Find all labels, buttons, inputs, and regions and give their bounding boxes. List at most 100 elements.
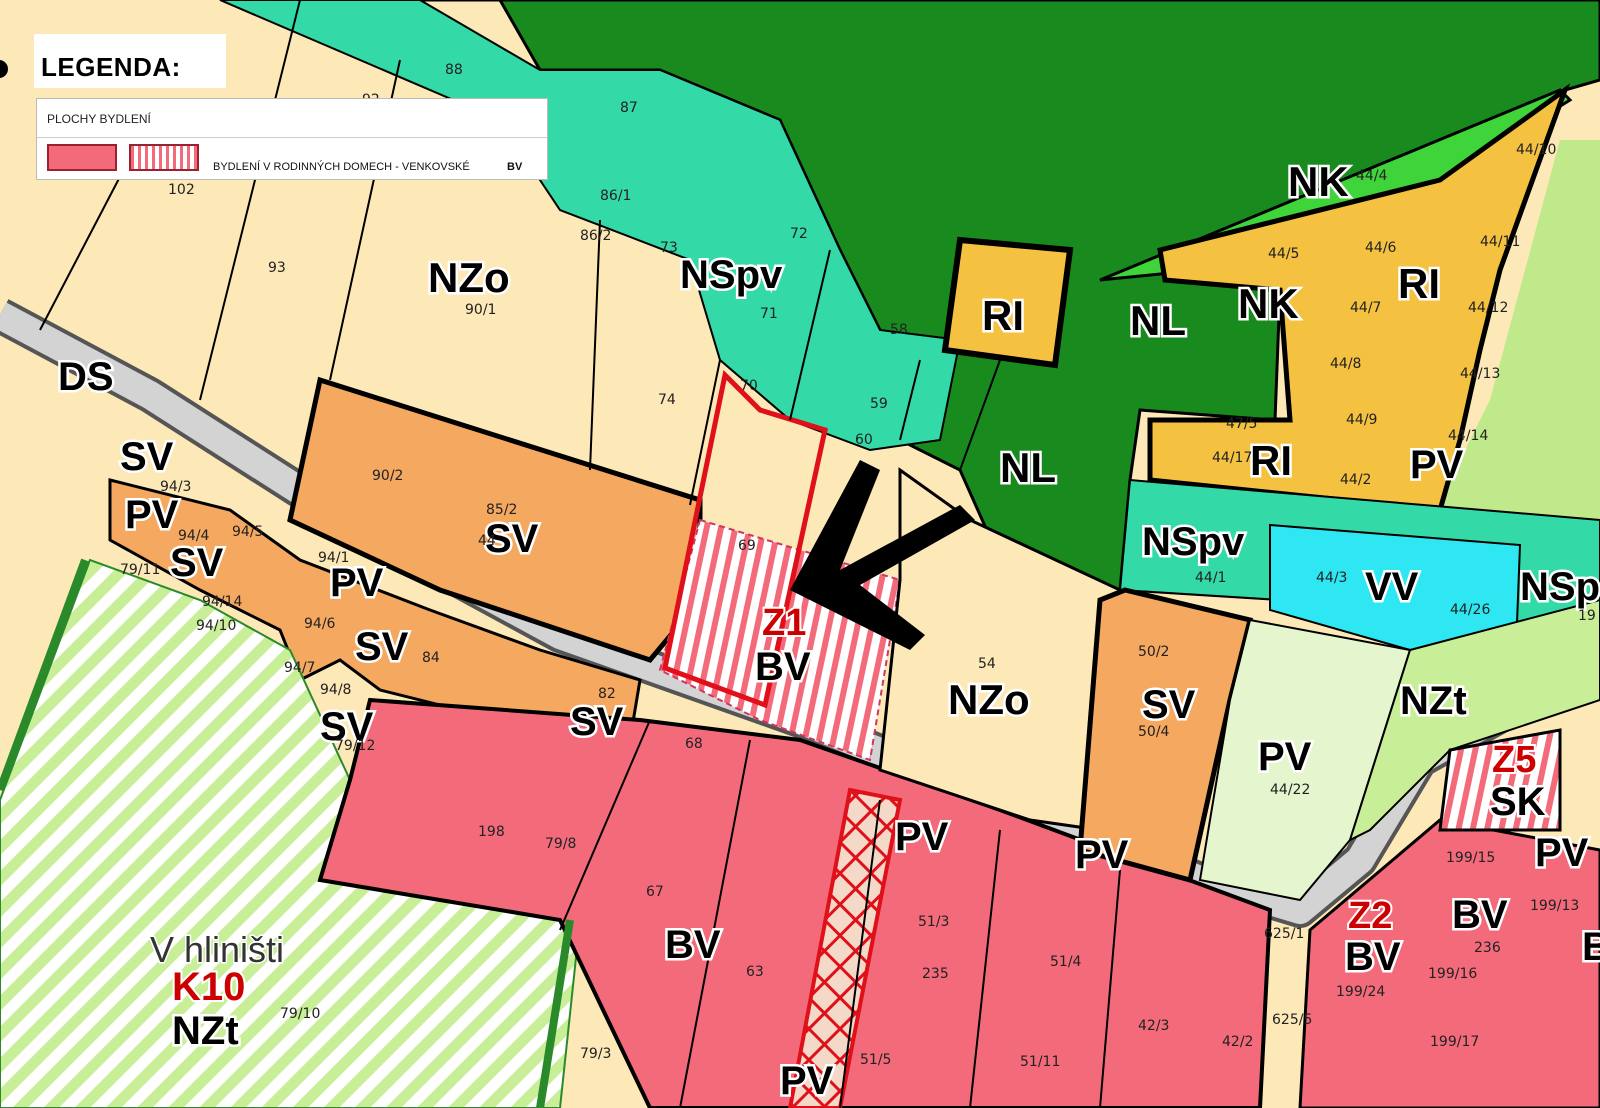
parcel-number: 58 [890,322,908,338]
zone-label-pv: PV [330,561,384,605]
parcel-number: 86/2 [580,228,611,244]
zone-label-pv: PV [1075,833,1129,877]
parcel-number: 44/14 [1448,428,1488,444]
zone-label-vv: VV [1365,565,1419,609]
zone-label-pv: PV [1410,443,1464,487]
parcel-number: 47/5 [1226,416,1257,432]
parcel-number: 50/2 [1138,644,1169,660]
parcel-number: 68 [685,736,703,752]
parcel-number: 73 [660,240,678,256]
place-name: V hliništi [150,929,284,970]
parcel-number: 44/3 [1316,570,1347,586]
zone-label-b: B [1582,925,1600,969]
parcel-number: 44/8 [1330,356,1361,372]
zone-label-nk: NK [1238,280,1299,327]
legend-swatch-existing [47,144,117,171]
proposal-label-z1: Z1 [762,602,806,644]
parcel-number: 94/3 [160,479,191,495]
parcel-number: 236 [1474,940,1501,956]
zone-label-nk: NK [1288,158,1349,205]
zone-label-sv: SV [120,435,174,479]
zone-label-bv: BV [755,645,811,689]
parcel-number: 44/9 [1346,412,1377,428]
zone-label-pv: PV [895,815,949,859]
parcel-number: 19 [1578,608,1596,624]
zone-label-sv: SV [170,541,224,585]
legend-panel: PLOCHY BYDLENÍ BYDLENÍ V RODINNÝCH DOMEC… [36,98,548,180]
parcel-number: 625/1 [1264,926,1304,942]
parcel-number: 94/8 [320,682,351,698]
parcel-number: 94/4 [178,528,210,544]
parcel-number: 63 [746,964,764,980]
zone-label-pv: PV [780,1059,834,1103]
parcel-number: 79/3 [580,1046,611,1062]
legend-item-label: BYDLENÍ V RODINNÝCH DOMECH - VENKOVSKÉ [213,161,470,173]
zone-label-sv: SV [1142,683,1196,727]
zone-label-sv: SV [570,700,624,744]
parcel-number: 72 [790,226,808,242]
parcel-number: 87 [620,100,638,116]
zone-label-ri: RI [982,292,1024,339]
parcel-number: 71 [760,306,778,322]
land-use-map: NZo NZo NSpv NSpv NSp NL NL NK NK RI RI … [0,0,1600,1108]
legend-swatch-proposed [129,144,199,171]
parcel-number: 82 [598,686,616,702]
parcel-number: 42/2 [1222,1034,1253,1050]
parcel-number: 51/11 [1020,1054,1060,1070]
parcel-number: 79/11 [120,562,160,578]
legend-item-code: BV [507,161,523,173]
proposal-label-z5: Z5 [1492,739,1536,781]
zone-label-sv: SV [355,625,409,669]
parcel-number: 94/14 [202,594,242,610]
parcel-number: 44/17 [1212,450,1252,466]
parcel-number: 199/24 [1336,984,1385,1000]
parcel-number: 44/10 [1516,142,1556,158]
zone-label-bv: BV [1452,893,1508,937]
parcel-number: 79/12 [335,738,375,754]
proposal-label-z2: Z2 [1348,895,1392,937]
parcel-number: 51/5 [860,1052,891,1068]
proposal-label-k10: K10 [172,965,245,1009]
zone-label-nzo: NZo [428,254,510,301]
parcel-number: 102 [168,182,195,198]
zone-label-bv: BV [665,923,721,967]
parcel-number: 44/4 [1356,168,1388,184]
parcel-number: 44/1 [1195,570,1226,586]
parcel-number: 199/17 [1430,1034,1479,1050]
parcel-number: 44/12 [1468,300,1508,316]
parcel-number: 94/6 [304,616,336,632]
parcel-number: 44/11 [1480,234,1520,250]
parcel-number: 625/5 [1272,1012,1312,1028]
parcel-number: 44/22 [1270,782,1310,798]
parcel-number: 85/2 [486,502,517,518]
parcel-number: 54 [978,656,996,672]
zone-label-nspv: NSpv [680,253,783,297]
zone-label-ri: RI [1250,437,1292,484]
zone-label-nl: NL [1000,444,1056,491]
parcel-number: 44/13 [1460,366,1500,382]
parcel-number: 44/5 [1268,246,1299,262]
parcel-number: 42/3 [1138,1018,1169,1034]
parcel-number: 94/7 [284,660,315,676]
parcel-number: 59 [870,396,888,412]
zone-label-nspv: NSpv [1142,520,1245,564]
parcel-number: 88 [445,62,463,78]
parcel-number: 74 [658,392,676,408]
parcel-number: 44/6 [1365,240,1397,256]
zone-label-pv: PV [125,493,179,537]
parcel-number: 198 [478,824,505,840]
parcel-number: 86/1 [600,188,631,204]
parcel-number: 44/7 [1350,300,1381,316]
zone-label-ds: DS [58,355,114,399]
parcel-number: 94/1 [318,550,349,566]
parcel-number: 235 [922,966,949,982]
legend-section-header: PLOCHY BYDLENÍ [37,99,547,138]
zone-label-pv: PV [1258,735,1312,779]
parcel-number: 84 [422,650,440,666]
parcel-number: 44/26 [1450,602,1490,618]
parcel-number: 70 [740,378,758,394]
parcel-number: 44/2 [1340,472,1371,488]
parcel-number: 79/8 [545,836,576,852]
parcel-number: 94/10 [196,618,236,634]
zone-label-ri: RI [1398,260,1440,307]
